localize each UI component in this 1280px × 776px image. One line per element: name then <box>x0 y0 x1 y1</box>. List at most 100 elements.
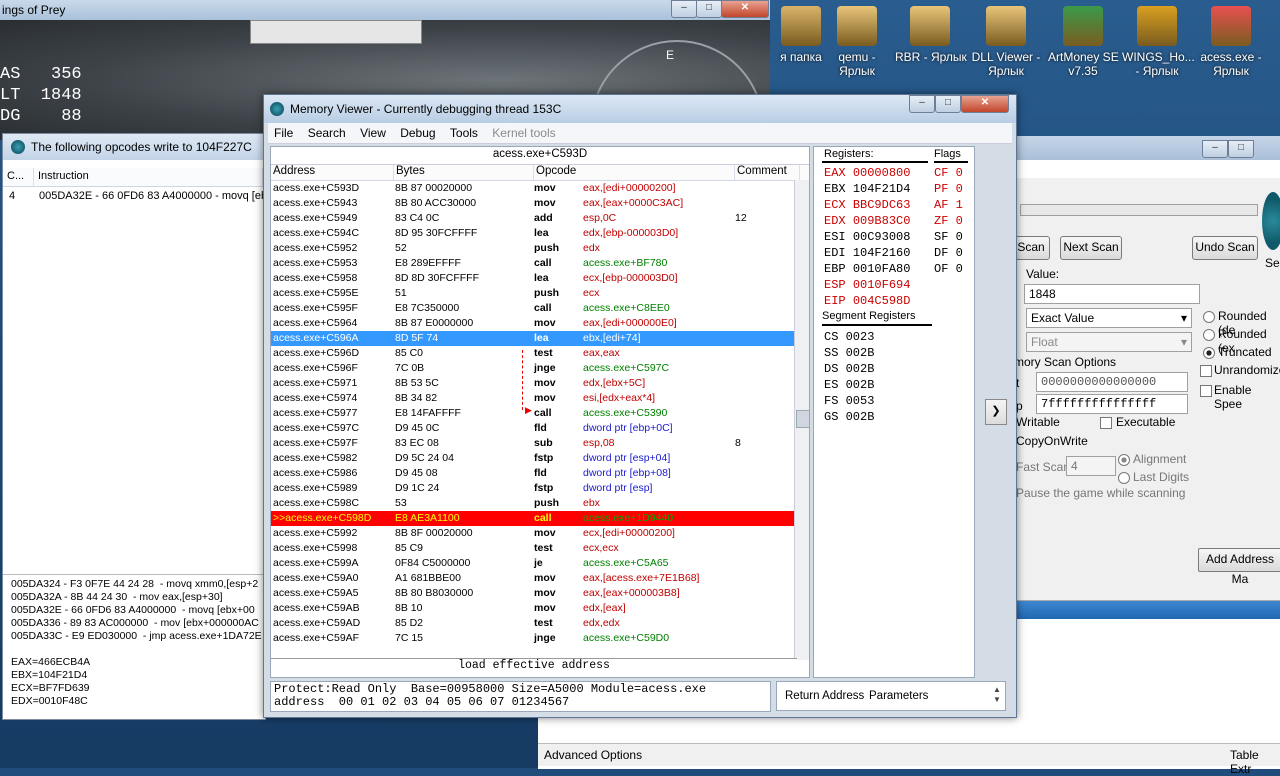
minimize-button[interactable]: – <box>1202 140 1228 158</box>
disasm-row[interactable]: acess.exe+C5952 52 push edx <box>271 241 809 256</box>
unrandomizer-checkbox[interactable] <box>1200 365 1212 377</box>
disasm-row[interactable]: acess.exe+C5998 85 C9 test ecx,ecx <box>271 541 809 556</box>
table-extras-label[interactable]: Table Extr <box>1230 748 1280 776</box>
disasm-row[interactable]: acess.exe+C5971 8B 53 5C mov edx,[ebx+5C] <box>271 376 809 391</box>
parameters-column[interactable]: Parameters <box>869 690 928 702</box>
disasm-row[interactable]: acess.exe+C5982 D9 5C 24 04 fstp dword ptr … <box>271 451 809 466</box>
menu-kernel-tools[interactable]: Kernel tools <box>486 123 560 140</box>
disasm-row[interactable]: acess.exe+C5958 8D 8D 30FCFFFF lea ecx,[ebp… <box>271 271 809 286</box>
scan-type-select[interactable]: Exact Value ▾ <box>1026 308 1192 328</box>
register-esp[interactable]: ESP 0010F694 <box>824 278 910 292</box>
flag-cf[interactable]: CF 0 <box>934 166 963 180</box>
first-scan-button[interactable]: Scan <box>1012 236 1050 260</box>
rounded-default-radio[interactable] <box>1203 311 1215 323</box>
menu-file[interactable]: File <box>268 123 298 140</box>
col-bytes[interactable]: Bytes <box>394 165 534 180</box>
flag-of[interactable]: OF 0 <box>934 262 963 276</box>
disasm-row[interactable]: acess.exe+C5977 E8 14FAFFFF call acess.exe+… <box>271 406 809 421</box>
ce-title-bar[interactable]: – □ <box>1012 136 1280 160</box>
settings-gear-icon[interactable] <box>1262 192 1280 250</box>
disasm-row[interactable]: acess.exe+C594C 8D 95 30FCFFFF lea edx,[ebp… <box>271 226 809 241</box>
disasm-row[interactable]: acess.exe+C5992 8B 8F 00020000 mov ecx,[edi… <box>271 526 809 541</box>
disasm-row[interactable]: acess.exe+C59AF 7C 15 jnge acess.exe+C59D0 <box>271 631 809 646</box>
return-address-column[interactable]: Return Address <box>785 690 864 702</box>
desktop-shortcut[interactable]: ArtMoney SE v7.35 <box>1048 6 1119 78</box>
segment-ss[interactable]: SS 002B <box>824 346 874 360</box>
disasm-row[interactable]: acess.exe+C596A 8D 5F 74 lea ebx,[edi+74] <box>271 331 809 346</box>
segment-ds[interactable]: DS 002B <box>824 362 874 376</box>
desktop-shortcut[interactable]: DLL Viewer - Ярлык <box>971 6 1041 78</box>
disasm-row[interactable]: acess.exe+C5986 D9 45 08 fld dword ptr [ebp… <box>271 466 809 481</box>
segment-fs[interactable]: FS 0053 <box>824 394 874 408</box>
segment-cs[interactable]: CS 0023 <box>824 330 874 344</box>
disasm-row[interactable]: acess.exe+C595F E8 7C350000 call acess.exe+… <box>271 301 809 316</box>
disasm-row[interactable]: acess.exe+C596D 85 C0 test eax,eax <box>271 346 809 361</box>
register-eax[interactable]: EAX 00000800 <box>824 166 910 180</box>
flag-df[interactable]: DF 0 <box>934 246 963 260</box>
flag-zf[interactable]: ZF 0 <box>934 214 963 228</box>
scrollbar-thumb[interactable] <box>796 410 809 428</box>
disasm-row[interactable]: acess.exe+C59A0 A1 681BBE00 mov eax,[acess.… <box>271 571 809 586</box>
menu-debug[interactable]: Debug <box>394 123 440 140</box>
disasm-row[interactable]: acess.exe+C598C 53 push ebx <box>271 496 809 511</box>
opcode-window-title-bar[interactable]: The following opcodes write to 104F227C <box>3 134 265 160</box>
desktop-shortcut[interactable]: WINGS_Ho... - Ярлык <box>1122 6 1195 78</box>
menu-search[interactable]: Search <box>302 123 351 140</box>
minimize-button[interactable]: – <box>909 95 935 113</box>
disasm-row[interactable]: acess.exe+C599A 0F84 C5000000 je acess.exe+… <box>271 556 809 571</box>
flag-af[interactable]: AF 1 <box>934 198 963 212</box>
maximize-button[interactable]: □ <box>935 95 961 113</box>
disasm-row[interactable]: acess.exe+C597F 83 EC 08 sub esp,08 8 <box>271 436 809 451</box>
expand-panel-button[interactable]: ❯ <box>985 399 1007 425</box>
close-button[interactable]: ✕ <box>721 0 769 18</box>
register-ebx[interactable]: EBX 104F21D4 <box>824 182 910 196</box>
flag-pf[interactable]: PF 0 <box>934 182 963 196</box>
disasm-row[interactable]: acess.exe+C5974 8B 34 82 mov esi,[edx+eax*4… <box>271 391 809 406</box>
start-address-input[interactable]: 0000000000000000 <box>1036 372 1188 392</box>
undo-scan-button[interactable]: Undo Scan <box>1192 236 1258 260</box>
disasm-row[interactable]: acess.exe+C5949 83 C4 0C add esp,0C 12 <box>271 211 809 226</box>
hex-view[interactable]: Protect:Read Only Base=00958000 Size=A50… <box>270 681 771 712</box>
add-address-manually-button[interactable]: Add Address Ma <box>1198 548 1280 586</box>
list-item[interactable]: 4 005DA32E - 66 0FD6 83 A4000000 - movq … <box>3 187 265 205</box>
col-count[interactable]: C... <box>3 168 34 186</box>
register-edx[interactable]: EDX 009B83C0 <box>824 214 910 228</box>
register-eip[interactable]: EIP 004C598D <box>824 294 910 308</box>
disasm-row[interactable]: acess.exe+C5943 8B 80 ACC30000 mov eax,[eax… <box>271 196 809 211</box>
register-edi[interactable]: EDI 104F2160 <box>824 246 910 260</box>
disasm-row[interactable]: acess.exe+C59AB 8B 10 mov edx,[eax] <box>271 601 809 616</box>
col-address[interactable]: Address <box>271 165 394 180</box>
disassembler-scrollbar[interactable] <box>794 180 809 660</box>
col-instruction[interactable]: Instruction <box>34 168 263 186</box>
advanced-options-label[interactable]: Advanced Options <box>544 748 642 762</box>
disasm-row[interactable]: acess.exe+C59A5 8B 80 B8030000 mov eax,[eax… <box>271 586 809 601</box>
minimize-button[interactable]: – <box>671 0 697 18</box>
col-opcode[interactable]: Opcode <box>534 165 735 180</box>
disasm-row[interactable]: acess.exe+C597C D9 45 0C fld dword ptr [ebp… <box>271 421 809 436</box>
col-comment[interactable]: Comment <box>735 165 800 180</box>
maximize-button[interactable]: □ <box>1228 140 1254 158</box>
executable-checkbox[interactable] <box>1100 417 1112 429</box>
stack-scroll-arrows[interactable]: ▲ ▼ <box>993 685 1002 705</box>
segment-es[interactable]: ES 002B <box>824 378 874 392</box>
value-input[interactable]: 1848 <box>1024 284 1200 304</box>
disasm-row[interactable]: acess.exe+C5964 8B 87 E0000000 mov eax,[edi… <box>271 316 809 331</box>
close-button[interactable]: ✕ <box>961 95 1009 113</box>
value-type-select[interactable]: Float ▾ <box>1026 332 1192 352</box>
alignment-radio[interactable] <box>1118 454 1130 466</box>
last-digits-radio[interactable] <box>1118 472 1130 484</box>
disasm-row[interactable]: acess.exe+C596F 7C 0B jnge acess.exe+C597C <box>271 361 809 376</box>
memory-viewer-window[interactable]: Memory Viewer - Currently debugging thre… <box>263 94 1017 718</box>
disassembler-view[interactable]: acess.exe+C593D Address Bytes Opcode Com… <box>270 146 810 678</box>
maximize-button[interactable]: □ <box>696 0 722 18</box>
disasm-row[interactable]: acess.exe+C5953 E8 289EFFFF call acess.exe+… <box>271 256 809 271</box>
desktop-shortcut[interactable]: qemu - Ярлык <box>822 6 892 78</box>
disasm-row[interactable]: acess.exe+C593D 8B 87 00020000 mov eax,[edi… <box>271 181 809 196</box>
segment-gs[interactable]: GS 002B <box>824 410 874 424</box>
enable-speedhack-checkbox[interactable] <box>1200 385 1212 397</box>
rounded-extreme-radio[interactable] <box>1203 329 1215 341</box>
disasm-row[interactable]: acess.exe+C5989 D9 1C 24 fstp dword ptr [es… <box>271 481 809 496</box>
register-esi[interactable]: ESI 00C93008 <box>824 230 910 244</box>
next-scan-button[interactable]: Next Scan <box>1060 236 1122 260</box>
register-ebp[interactable]: EBP 0010FA80 <box>824 262 910 276</box>
